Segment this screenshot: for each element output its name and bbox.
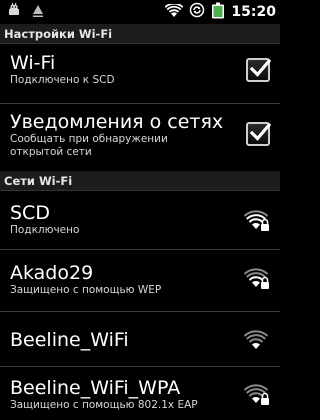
wifi-toggle-row[interactable]: Wi-Fi Подключено к SCD	[0, 52, 280, 98]
divider	[0, 366, 280, 367]
wifi-signal-icon	[244, 330, 269, 349]
divider	[0, 249, 280, 250]
wifi-toggle-title: Wi-Fi	[10, 52, 56, 74]
system-icons: 15:20	[164, 0, 280, 24]
usb-debug-icon	[6, 2, 22, 22]
network-notifications-title: Уведомления о сетях	[10, 111, 224, 133]
network-notifications-subtitle-line1: Сообщать при обнаружении	[10, 133, 168, 145]
status-bar: 15:20	[0, 0, 280, 24]
wifi-checkbox[interactable]	[246, 58, 271, 82]
network-name: SCD	[10, 202, 50, 224]
network-status: Защищено с помощью WEP	[10, 284, 162, 296]
checkmark-icon	[249, 122, 271, 141]
network-status: Подключено	[10, 224, 80, 236]
divider	[0, 103, 280, 104]
wifi-signal-icon	[164, 2, 184, 22]
wifi-toggle-subtitle: Подключено к SCD	[10, 74, 115, 86]
clock: 15:20	[231, 4, 276, 20]
network-notifications-subtitle-line2: открытой сети	[10, 146, 92, 158]
notification-icons	[0, 0, 44, 24]
network-name: Beeline_WiFi_WPA	[10, 377, 181, 399]
network-item-akado29[interactable]: Akado29 Защищено с помощью WEP	[0, 262, 280, 304]
wifi-networks-header: Сети Wi-Fi	[0, 171, 280, 191]
wifi-signal-locked-icon	[244, 384, 269, 405]
network-item-beeline-wifi[interactable]: Beeline_WiFi	[0, 329, 280, 357]
network-status: Защищено с помощью 802.1x EAP	[10, 399, 198, 411]
checkmark-icon	[249, 58, 271, 77]
sync-icon	[189, 2, 205, 22]
wifi-signal-locked-icon	[244, 210, 269, 231]
battery-icon	[211, 2, 225, 23]
network-item-scd[interactable]: SCD Подключено	[0, 202, 280, 244]
divider	[0, 311, 280, 312]
network-item-beeline-wifi-wpa[interactable]: Beeline_WiFi_WPA Защищено с помощью 802.…	[0, 377, 280, 417]
wifi-signal-locked-icon	[244, 268, 269, 289]
wifi-settings-header: Настройки Wi-Fi	[0, 24, 280, 44]
network-name: Beeline_WiFi	[10, 329, 129, 351]
upload-icon	[32, 3, 44, 22]
network-name: Akado29	[10, 262, 94, 284]
network-notifications-row[interactable]: Уведомления о сетях Сообщать при обнаруж…	[0, 111, 280, 167]
network-notifications-checkbox[interactable]	[246, 122, 271, 146]
